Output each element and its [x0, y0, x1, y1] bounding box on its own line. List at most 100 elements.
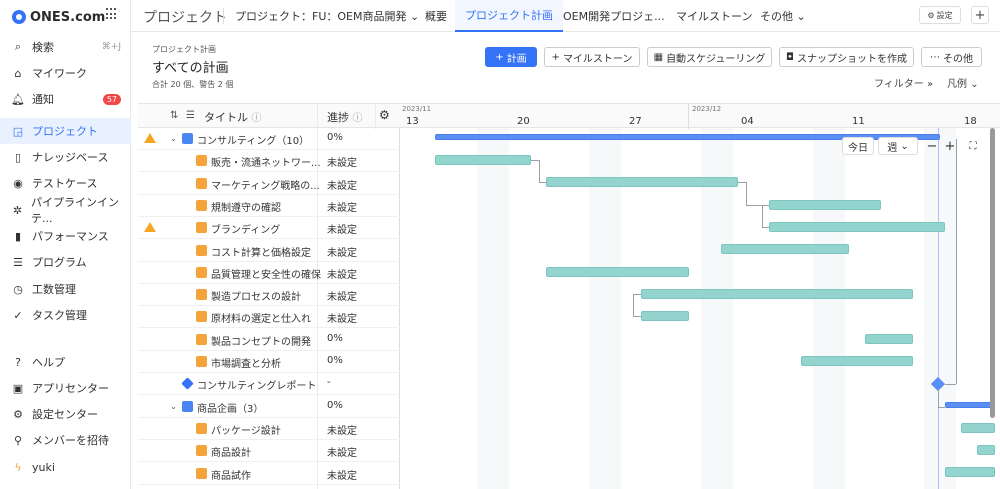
- row-title[interactable]: 品質管理と安全性の確保: [211, 266, 331, 281]
- row-title[interactable]: コスト計算と価格設定: [211, 244, 331, 259]
- create-snapshot-button[interactable]: ◘ スナップショットを作成: [779, 47, 914, 67]
- tab-oem-project[interactable]: OEM開発プロジェ...: [563, 0, 665, 32]
- gantt-bar-task[interactable]: [435, 155, 531, 165]
- scale-select[interactable]: 週 ⌄: [878, 137, 918, 155]
- month-label: 2023/11: [402, 105, 432, 113]
- column-title-header[interactable]: タイトル ⓘ: [204, 109, 262, 125]
- gantt-bar-task[interactable]: [977, 445, 995, 455]
- row-title[interactable]: パッケージ設計: [211, 422, 331, 437]
- row-title[interactable]: 販売・流通ネットワー...: [211, 154, 331, 169]
- add-plan-button[interactable]: + 計画: [485, 47, 537, 67]
- sidebar-item-help[interactable]: ? ヘルプ: [0, 349, 131, 375]
- sidebar-item-appcenter[interactable]: ▣ アプリセンター: [0, 375, 131, 401]
- row-title[interactable]: 市場調査と分析: [211, 355, 331, 370]
- more-button[interactable]: ⋯ その他: [921, 47, 982, 67]
- settings-button[interactable]: ⚙ 設定: [919, 6, 961, 24]
- vertical-scrollbar[interactable]: [990, 128, 995, 418]
- gantt-bar-product-planning[interactable]: [945, 402, 995, 408]
- zoom-out-button[interactable]: −: [924, 137, 940, 155]
- row-title[interactable]: マーケティング戦略の...: [211, 177, 331, 192]
- table-row[interactable]: 製造プロセスの設計 未設定: [138, 284, 400, 307]
- zoom-in-button[interactable]: +: [942, 137, 958, 155]
- filter-toggle[interactable]: フィルター »: [874, 75, 933, 90]
- sidebar-item-project[interactable]: ◲ プロジェクト: [0, 118, 131, 144]
- gantt-bar-task[interactable]: [801, 356, 913, 366]
- sidebar-item-notifications[interactable]: 🔔︎ 通知 57: [0, 86, 131, 112]
- chevron-down-icon[interactable]: ⌄: [170, 402, 177, 411]
- gantt-bar-task[interactable]: [865, 334, 913, 344]
- collapse-all-icon[interactable]: ☰: [186, 110, 195, 121]
- table-row[interactable]: 原材料の選定と仕入れ 未設定: [138, 306, 400, 329]
- user-icon: ϟ: [14, 460, 22, 474]
- add-button[interactable]: +: [971, 6, 989, 24]
- gear-icon[interactable]: ⚙: [379, 108, 390, 122]
- sidebar-item-performance[interactable]: ▮ パフォーマンス: [0, 223, 131, 249]
- row-title[interactable]: 規制遵守の確認: [211, 199, 331, 214]
- sidebar-item-knowledge[interactable]: ▯ ナレッジベース: [0, 144, 131, 170]
- warning-icon: [144, 133, 156, 143]
- gantt-bar-task[interactable]: [641, 289, 913, 299]
- table-row[interactable]: 販売・流通ネットワー... 未設定: [138, 150, 400, 173]
- table-row[interactable]: 市場調査と分析 0%: [138, 351, 400, 373]
- table-row[interactable]: コスト計算と価格設定 未設定: [138, 240, 400, 262]
- gantt-bar-task[interactable]: [769, 200, 881, 210]
- sidebar-item-program[interactable]: ☰ プログラム: [0, 249, 131, 275]
- row-title[interactable]: ブランディング: [211, 221, 331, 236]
- sidebar-item-testcase[interactable]: ◉ テストケース: [0, 170, 131, 196]
- sidebar-item-invite[interactable]: ⚲ メンバーを招待: [0, 427, 131, 453]
- help-icon: ⓘ: [352, 113, 363, 124]
- tab-milestone[interactable]: マイルストーン: [676, 0, 752, 32]
- sidebar-item-mywork[interactable]: ⌂ マイワーク: [0, 60, 131, 86]
- task-icon: [196, 467, 207, 479]
- auto-schedule-button[interactable]: ▦ 自動スケジューリング: [647, 47, 772, 67]
- sidebar-item-search[interactable]: ⌕ 検索 ⌘+J: [0, 34, 131, 60]
- legend-toggle[interactable]: 凡例 ⌄: [947, 75, 979, 90]
- expand-all-icon[interactable]: ⇅: [170, 110, 178, 121]
- fullscreen-button[interactable]: ⛶: [964, 137, 982, 155]
- sidebar-item-label: パフォーマンス: [32, 230, 109, 243]
- today-button[interactable]: 今日: [842, 137, 874, 155]
- table-row[interactable]: コンサルティングレポート -: [138, 373, 400, 396]
- gantt-bar-task[interactable]: [769, 222, 945, 232]
- table-row[interactable]: ⌄ 商品企画（3） 0%: [138, 396, 400, 418]
- gantt-bar-task[interactable]: [961, 423, 995, 433]
- row-title[interactable]: 製品コンセプトの開発: [211, 333, 331, 348]
- table-row[interactable]: パッケージ設計 未設定: [138, 418, 400, 440]
- sidebar-item-settings[interactable]: ⚙ 設定センター: [0, 401, 131, 427]
- sidebar-item-pipeline[interactable]: ✲ パイプラインインテ...: [0, 196, 131, 225]
- column-progress-header[interactable]: 進捗 ⓘ: [327, 109, 363, 125]
- gantt-bar-task[interactable]: [546, 177, 738, 187]
- row-title[interactable]: 商品試作: [211, 467, 331, 482]
- row-title[interactable]: コンサルティングレポート: [197, 377, 317, 392]
- logo[interactable]: ONES.com: [12, 8, 105, 26]
- chevron-down-icon[interactable]: ⌄: [170, 134, 177, 143]
- weekend-band: [477, 128, 509, 489]
- row-title[interactable]: 製造プロセスの設計: [211, 288, 331, 303]
- gantt-bar-task[interactable]: [546, 267, 689, 277]
- table-row[interactable]: ⌄ コンサルティング（10） 0%: [138, 128, 400, 150]
- sidebar-item-worktime[interactable]: ◷ 工数管理: [0, 276, 131, 302]
- tab-overview[interactable]: 概要: [425, 0, 447, 32]
- gantt-bar-task[interactable]: [721, 244, 849, 254]
- add-milestone-button[interactable]: + マイルストーン: [544, 47, 640, 67]
- gantt-bar-task[interactable]: [945, 467, 995, 477]
- tab-more[interactable]: その他 ⌄: [760, 0, 806, 32]
- page-title: すべての計画: [152, 61, 229, 76]
- table-row[interactable]: 商品設計 未設定: [138, 440, 400, 463]
- sidebar-item-user[interactable]: ϟ yuki: [0, 454, 131, 480]
- row-title[interactable]: 原材料の選定と仕入れ: [211, 310, 331, 325]
- table-row[interactable]: 品質管理と安全性の確保 未設定: [138, 262, 400, 284]
- row-title[interactable]: コンサルティング（10）: [197, 132, 317, 147]
- table-row[interactable]: マーケティング戦略の... 未設定: [138, 173, 400, 195]
- project-select[interactable]: プロジェクト：FU：OEM商品開発 ⌄: [235, 8, 419, 24]
- gantt-bar-task[interactable]: [641, 311, 689, 321]
- sidebar-item-task[interactable]: ✓ タスク管理: [0, 302, 131, 328]
- row-title[interactable]: 商品設計: [211, 444, 331, 459]
- row-title[interactable]: 商品企画（3）: [197, 400, 317, 415]
- table-row[interactable]: 製品コンセプトの開発 0%: [138, 329, 400, 351]
- table-row[interactable]: 商品試作 未設定: [138, 463, 400, 485]
- app-grid-icon[interactable]: [106, 8, 118, 20]
- table-row[interactable]: 規制遵守の確認 未設定: [138, 195, 400, 217]
- table-row[interactable]: ブランディング 未設定: [138, 217, 400, 240]
- tab-project-plan[interactable]: プロジェクト計画: [455, 0, 563, 32]
